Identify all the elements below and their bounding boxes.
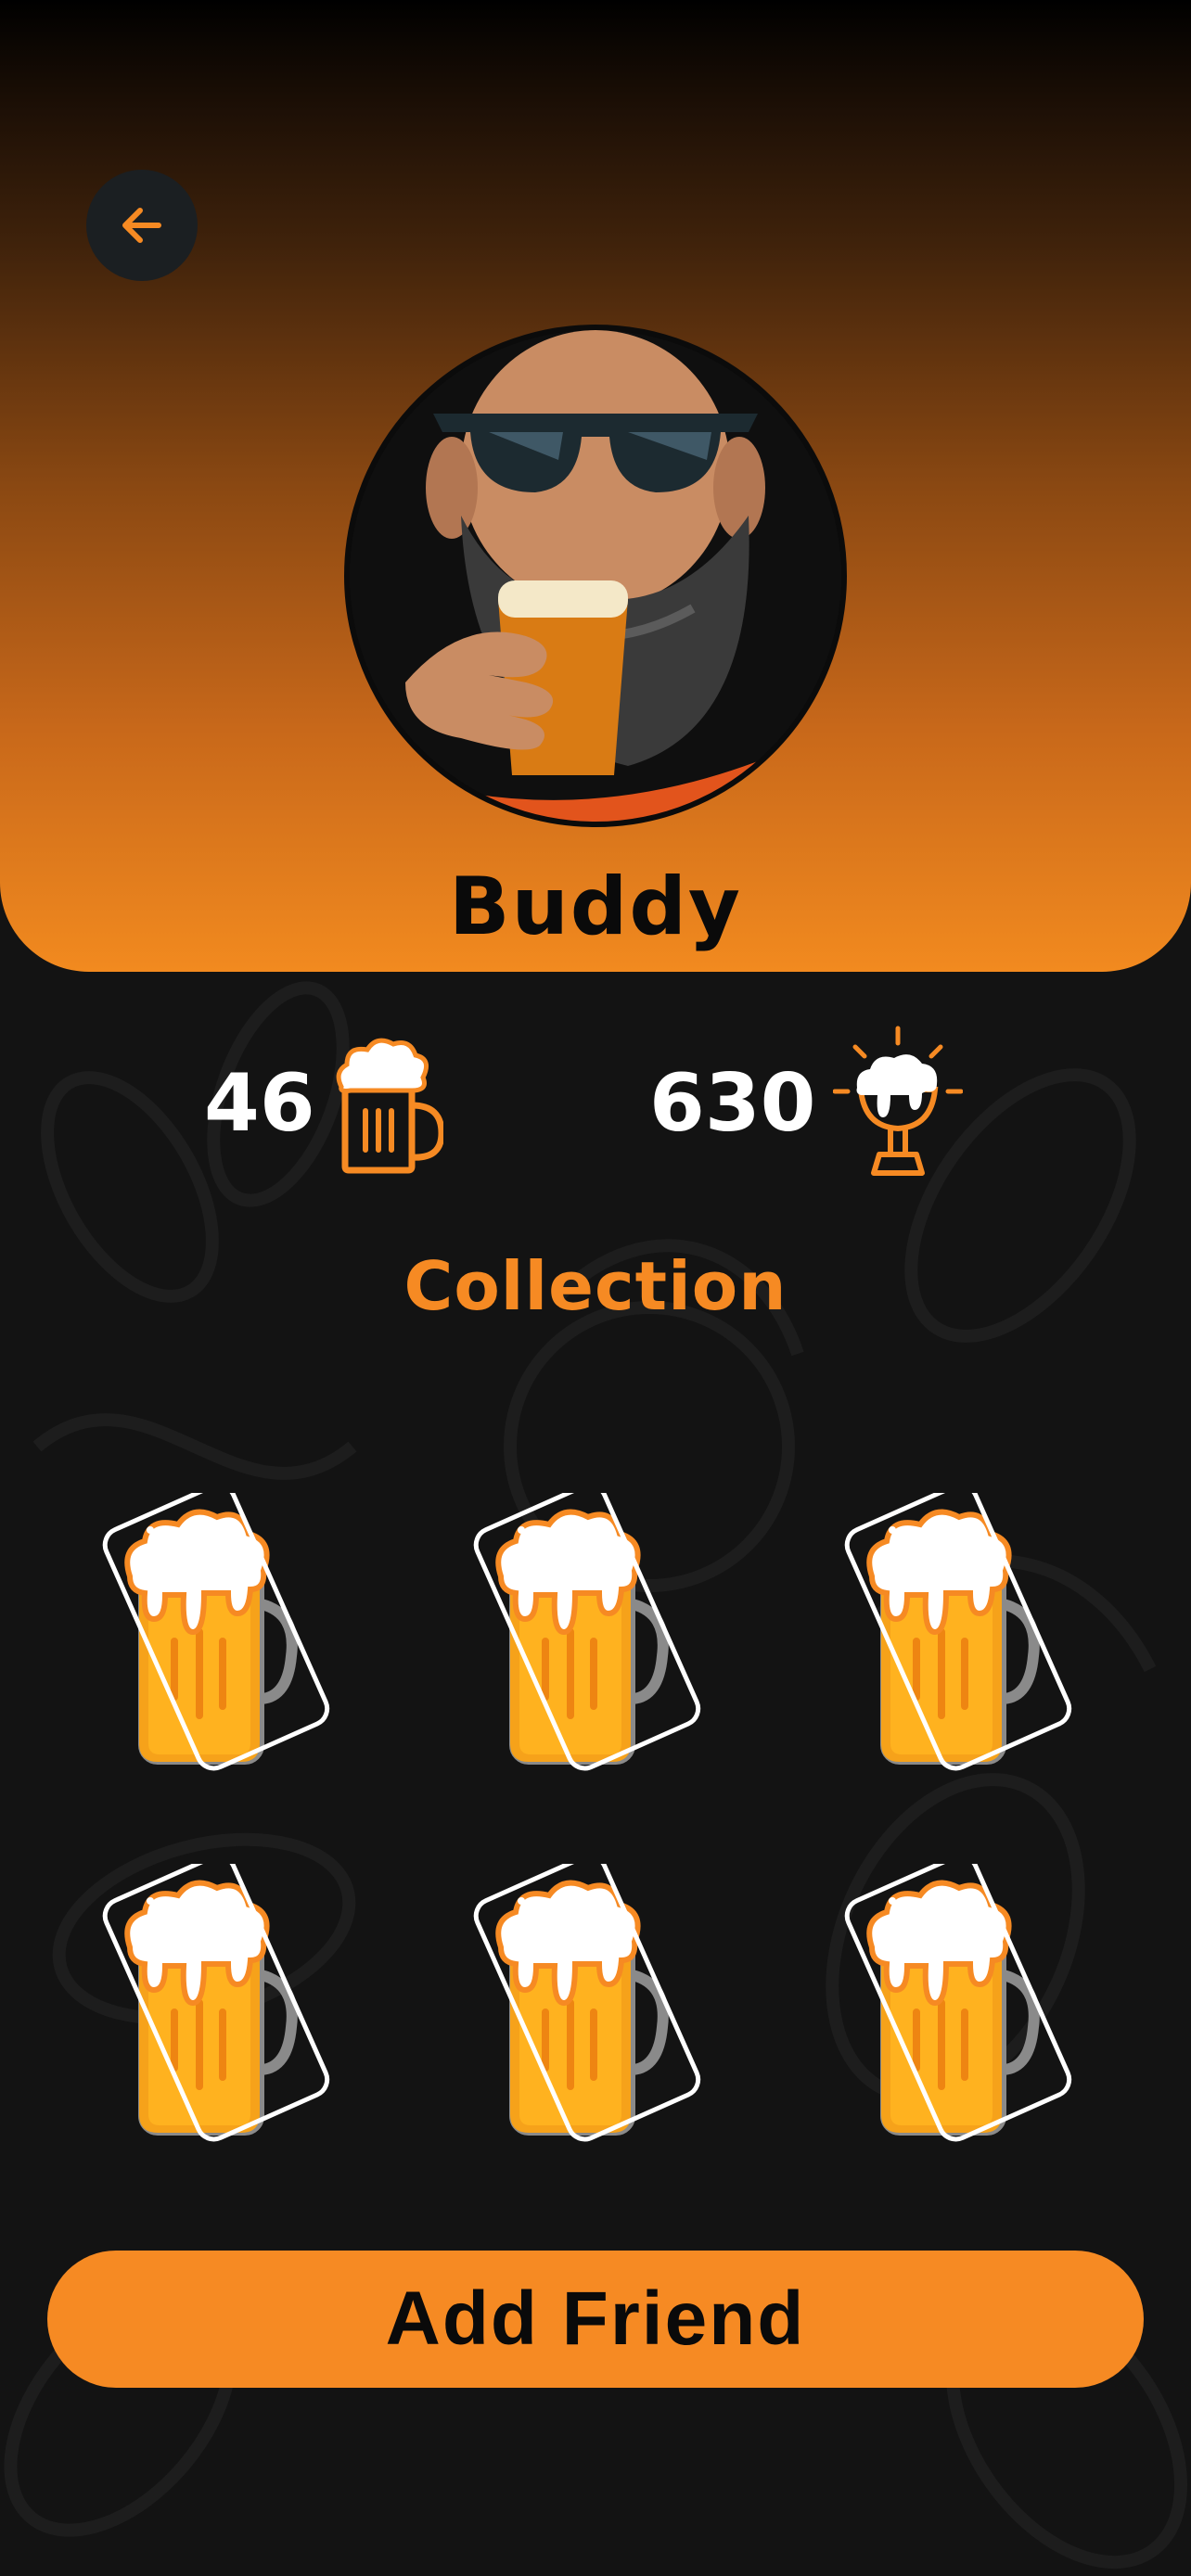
trophy-icon — [832, 1026, 963, 1176]
beers-count: 46 — [204, 1057, 315, 1150]
beers-stat: 46 — [204, 1029, 443, 1178]
points-stat: 630 — [649, 1026, 963, 1178]
add-friend-button[interactable]: Add Friend — [47, 2251, 1144, 2388]
beer-card-icon — [844, 1854, 1072, 2142]
beer-card-icon — [844, 1483, 1072, 1771]
collection-title: Collection — [403, 1247, 788, 1325]
back-button[interactable] — [86, 170, 198, 281]
collection-item[interactable] — [93, 1483, 334, 1780]
avatar — [344, 325, 847, 827]
collection-item[interactable] — [835, 1854, 1076, 2151]
collection-item[interactable] — [93, 1854, 334, 2151]
collection-item[interactable] — [464, 1483, 705, 1780]
collection-item[interactable] — [464, 1854, 705, 2151]
points-value: 630 — [649, 1057, 816, 1150]
beer-card-icon — [102, 1854, 330, 2142]
beer-card-icon — [473, 1854, 701, 2142]
profile-header: Buddy — [0, 0, 1191, 972]
beer-card-icon — [102, 1483, 330, 1771]
arrow-left-icon — [122, 208, 161, 243]
beer-card-icon — [473, 1483, 701, 1771]
collection-item[interactable] — [835, 1483, 1076, 1780]
avatar-portrait-image — [350, 330, 841, 822]
profile-name: Buddy — [449, 861, 742, 953]
beer-mug-icon — [336, 1038, 443, 1174]
